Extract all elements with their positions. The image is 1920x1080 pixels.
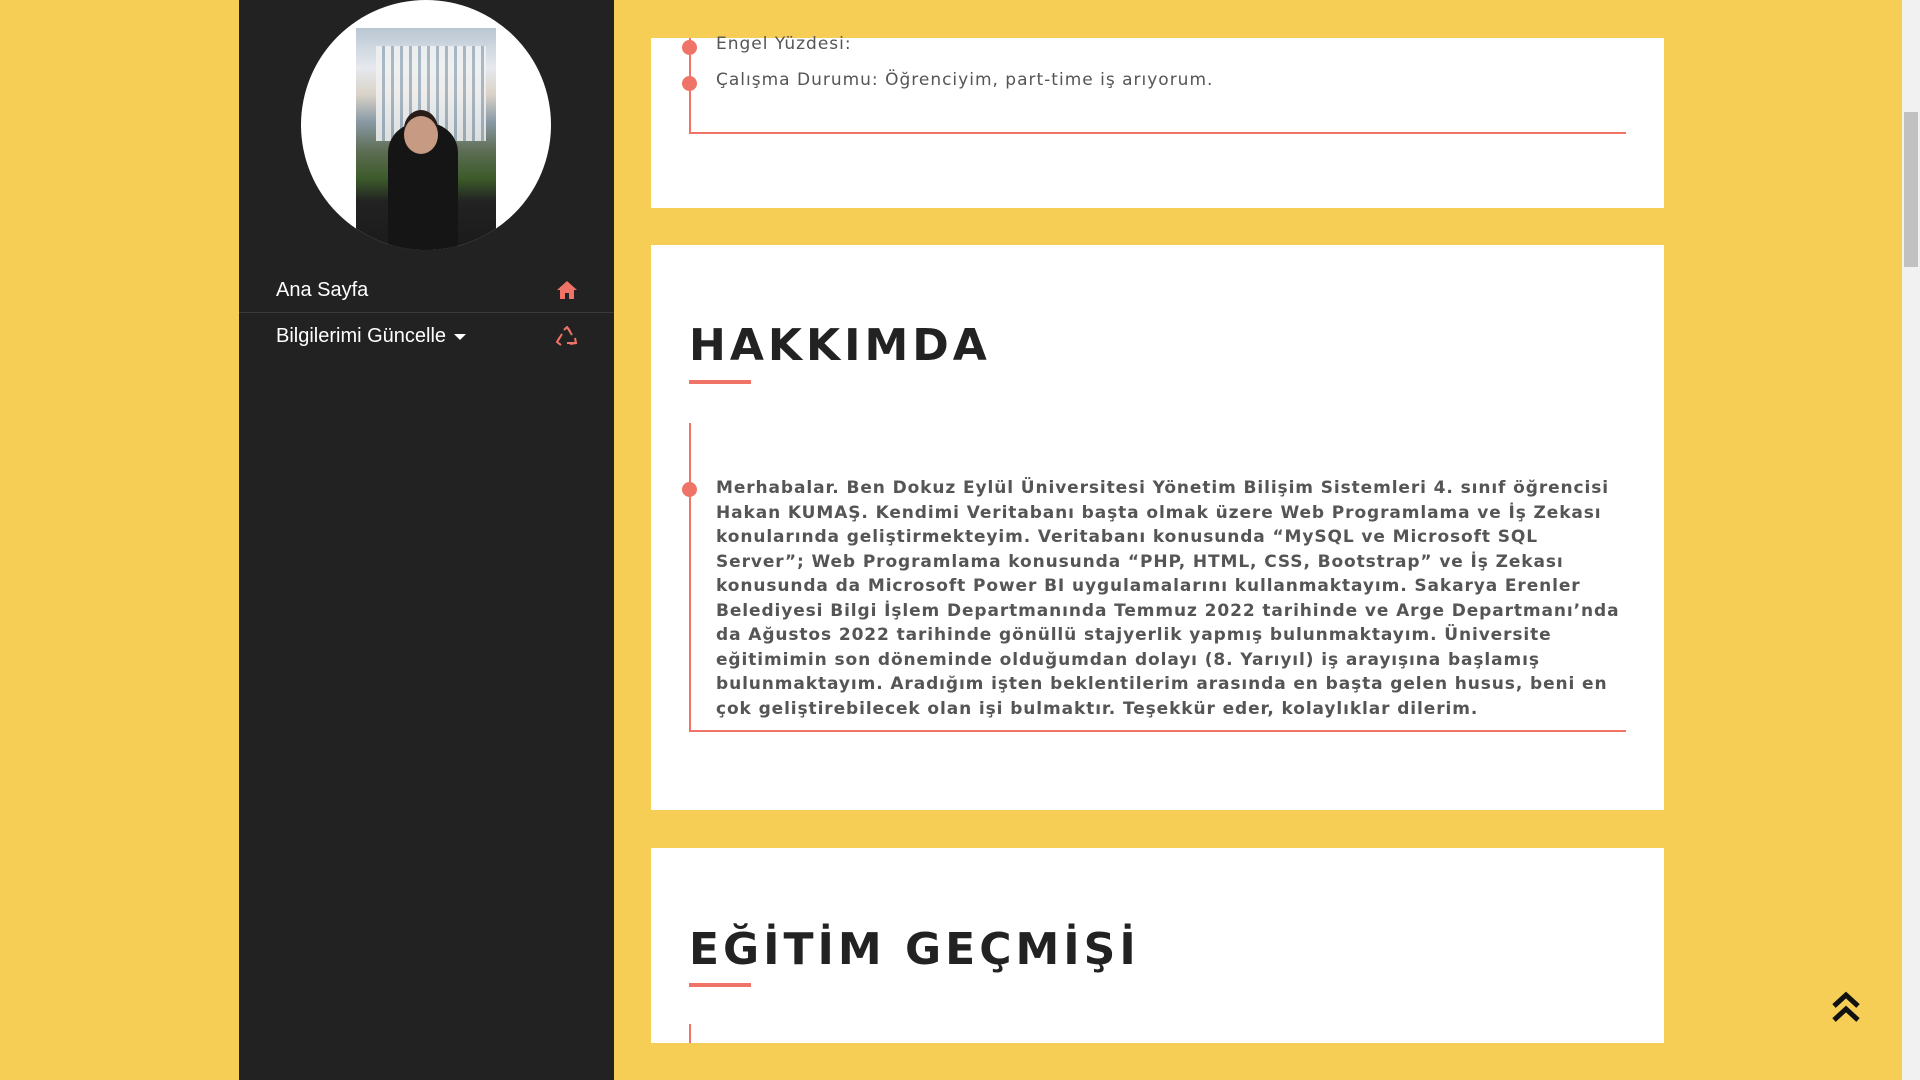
employment-status: Çalışma Durumu: Öğrenciyim, part-time iş… bbox=[716, 70, 1214, 90]
about-timeline: Merhabalar. Ben Dokuz Eylül Üniversitesi… bbox=[682, 423, 1626, 732]
education-title: EĞİTİM GEÇMİŞİ bbox=[689, 924, 1140, 975]
timeline-dot bbox=[682, 482, 697, 497]
about-title: HAKKIMDA bbox=[689, 320, 991, 371]
nav-item-home[interactable]: Ana Sayfa bbox=[239, 268, 614, 313]
sidebar: Ana Sayfa Bilgilerimi Güncelle bbox=[239, 0, 614, 1080]
nav-item-update-info[interactable]: Bilgilerimi Güncelle bbox=[239, 314, 614, 359]
disability-percentage: Engel Yüzdesi: bbox=[716, 34, 852, 54]
profile-avatar bbox=[301, 0, 551, 250]
education-card: EĞİTİM GEÇMİŞİ bbox=[651, 848, 1664, 1043]
about-text: Merhabalar. Ben Dokuz Eylül Üniversitesi… bbox=[716, 478, 1620, 719]
education-title-underline bbox=[689, 983, 751, 987]
recycle-icon bbox=[556, 325, 578, 348]
home-icon bbox=[556, 279, 578, 301]
timeline-dot bbox=[682, 40, 697, 55]
profile-photo bbox=[356, 28, 496, 250]
timeline-dot bbox=[682, 76, 697, 91]
about-title-underline bbox=[689, 380, 751, 384]
double-chevron-up-icon[interactable] bbox=[1830, 990, 1862, 1024]
about-card: HAKKIMDA Merhabalar. Ben Dokuz Eylül Üni… bbox=[651, 245, 1664, 810]
education-timeline bbox=[689, 1024, 691, 1043]
nav-item-update-label: Bilgilerimi Güncelle bbox=[276, 325, 447, 347]
personal-info-card: Engel Yüzdesi: Çalışma Durumu: Öğrenciyi… bbox=[651, 34, 1664, 208]
caret-down-icon bbox=[454, 333, 467, 340]
personal-info-timeline: Engel Yüzdesi: Çalışma Durumu: Öğrenciyi… bbox=[682, 34, 1626, 134]
nav-item-home-label: Ana Sayfa bbox=[276, 278, 369, 301]
scrollbar-thumb[interactable] bbox=[1904, 112, 1918, 267]
